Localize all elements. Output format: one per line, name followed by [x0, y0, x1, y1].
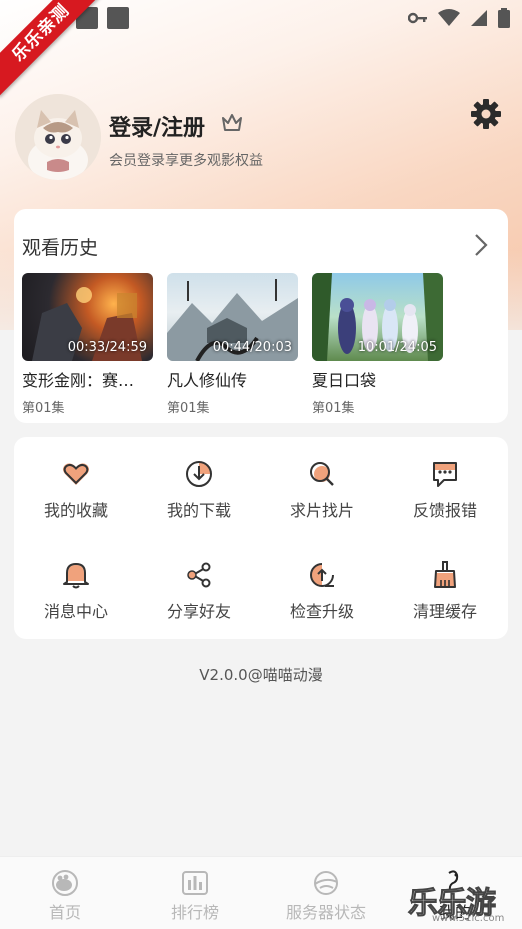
avatar[interactable] — [15, 94, 101, 180]
home-icon — [52, 870, 78, 896]
feedback-icon — [433, 462, 457, 487]
history-item[interactable]: 00:33/24:59 变形金刚：赛… 第01集 — [22, 273, 153, 416]
menu-item-request[interactable]: 求片找片 — [267, 459, 377, 521]
bell-icon — [63, 563, 89, 589]
menu-label: 我的收藏 — [43, 501, 108, 520]
nav-label: 首页 — [48, 903, 81, 922]
progress-time: 00:44/20:03 — [212, 340, 292, 355]
menu-label: 清理缓存 — [412, 602, 477, 621]
wifi-icon — [438, 9, 460, 26]
status-notification-icon — [107, 7, 129, 29]
heart-icon — [63, 463, 89, 485]
video-title: 凡人修仙传 — [167, 371, 248, 390]
menu-label: 检查升级 — [289, 602, 354, 621]
crown-icon — [222, 114, 242, 131]
gear-icon[interactable] — [470, 98, 502, 130]
nav-label: 服务器状态 — [285, 903, 366, 922]
menu-item-share[interactable]: 分享好友 — [144, 560, 254, 622]
search-icon — [310, 462, 334, 486]
menu-label: 消息中心 — [43, 602, 108, 621]
server-icon — [314, 871, 338, 895]
history-item[interactable]: 10:01/24:05 夏日口袋 第01集 — [312, 273, 443, 416]
cat-avatar-image — [15, 94, 101, 180]
share-icon — [187, 562, 211, 588]
ranking-icon — [182, 871, 208, 895]
nav-tab-home[interactable]: 首页 — [5, 869, 125, 923]
nav-label: 排行榜 — [170, 903, 219, 922]
key-icon — [408, 12, 427, 24]
video-title: 夏日口袋 — [312, 371, 377, 390]
video-thumbnail[interactable]: 10:01/24:05 — [312, 273, 443, 361]
menu-item-feedback[interactable]: 反馈报错 — [390, 459, 500, 521]
menu-label: 分享好友 — [166, 602, 231, 621]
watermark-url: www.51lc.com — [432, 913, 505, 924]
member-subtitle: 会员登录享更多观影权益 — [109, 153, 263, 169]
video-thumbnail[interactable]: 00:33/24:59 — [22, 273, 153, 361]
video-title: 变形金刚：赛… — [22, 371, 135, 390]
menu-item-favorites[interactable]: 我的收藏 — [21, 459, 131, 521]
episode-label: 第01集 — [312, 401, 355, 416]
menu-item-clear-cache[interactable]: 清理缓存 — [390, 560, 500, 622]
function-menu-card: 我的收藏 我的下载 求片找片 反馈报错 消息中心 分享好友 检查升级 清理缓存 — [14, 437, 508, 639]
menu-item-downloads[interactable]: 我的下载 — [144, 459, 254, 521]
episode-label: 第01集 — [22, 401, 65, 416]
login-register-link[interactable]: 登录/注册 — [109, 110, 205, 142]
battery-icon — [498, 8, 510, 28]
video-thumbnail[interactable]: 00:44/20:03 — [167, 273, 298, 361]
version-text: V2.0.0@喵喵动漫 — [199, 666, 323, 684]
download-icon — [186, 461, 212, 487]
episode-label: 第01集 — [167, 401, 210, 416]
nav-tab-ranking[interactable]: 排行榜 — [135, 869, 255, 923]
menu-item-upgrade[interactable]: 检查升级 — [267, 560, 377, 622]
chevron-right-icon[interactable] — [474, 233, 488, 257]
menu-label: 求片找片 — [289, 501, 354, 520]
watch-history-card: 观看历史 00:33/24:59 变形金刚：赛… 第01集 00:44/20:0… — [14, 209, 508, 423]
menu-item-messages[interactable]: 消息中心 — [21, 560, 131, 622]
history-title: 观看历史 — [22, 237, 99, 259]
upgrade-icon — [310, 563, 334, 587]
menu-label: 我的下载 — [166, 501, 231, 520]
nav-tab-server-status[interactable]: 服务器状态 — [266, 869, 386, 923]
menu-label: 反馈报错 — [412, 501, 477, 520]
broom-icon — [434, 561, 456, 588]
progress-time: 10:01/24:05 — [357, 340, 437, 355]
status-icons — [408, 8, 510, 28]
progress-time: 00:33/24:59 — [67, 340, 147, 355]
history-item[interactable]: 00:44/20:03 凡人修仙传 第01集 — [167, 273, 298, 416]
signal-icon — [471, 10, 487, 26]
